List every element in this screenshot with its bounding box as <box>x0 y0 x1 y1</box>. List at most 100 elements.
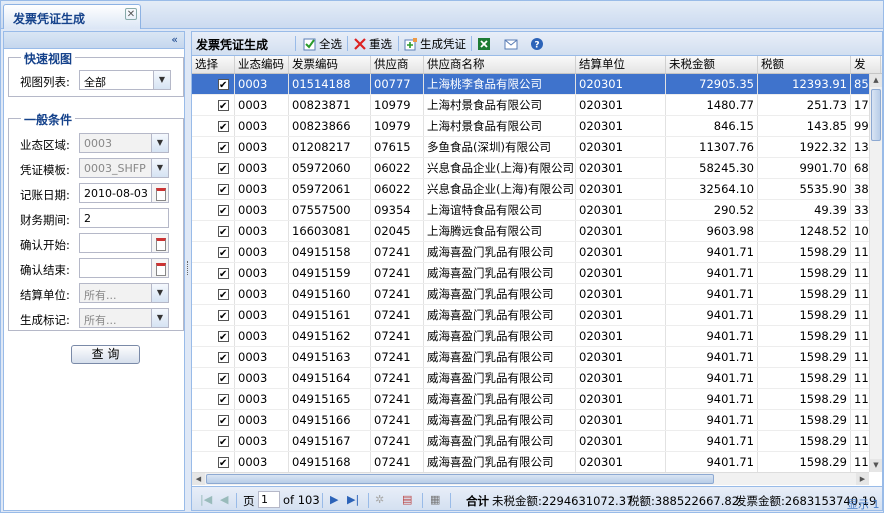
table-row[interactable]: 00030491516007241威海喜盈门乳品有限公司0203019401.7… <box>192 284 869 305</box>
table-row[interactable]: 00030491516707241威海喜盈门乳品有限公司0203019401.7… <box>192 431 869 452</box>
chevron-down-icon[interactable]: ▼ <box>151 284 168 302</box>
table-row[interactable]: 00030082386610979上海村景食品有限公司020301846.151… <box>192 116 869 137</box>
table-row[interactable]: 00030151418800777上海桃李食品有限公司02030172905.3… <box>192 74 869 95</box>
chevron-down-icon[interactable]: ▼ <box>153 71 170 89</box>
row-checkbox[interactable] <box>218 76 229 94</box>
table-row[interactable]: 00030491515907241威海喜盈门乳品有限公司0203019401.7… <box>192 263 869 284</box>
table-cell: 威海喜盈门乳品有限公司 <box>424 389 576 409</box>
table-row[interactable]: 00030755750009354上海谊特食品有限公司020301290.524… <box>192 200 869 221</box>
row-checkbox[interactable] <box>218 412 229 430</box>
scroll-left-icon[interactable]: ◀ <box>192 473 205 485</box>
table-row[interactable]: 00030082387110979上海村景食品有限公司0203011480.77… <box>192 95 869 116</box>
view-list-select[interactable]: 全部 ▼ <box>79 70 171 90</box>
reselect-button[interactable]: 重选 <box>353 35 392 53</box>
row-checkbox[interactable] <box>218 433 229 451</box>
table-row[interactable]: 00030491516807241威海喜盈门乳品有限公司0203019401.7… <box>192 452 869 472</box>
row-checkbox[interactable] <box>218 223 229 241</box>
last-page-icon[interactable]: ▶| <box>347 493 359 506</box>
next-page-icon[interactable]: ▶ <box>330 493 338 506</box>
column-header[interactable]: 业态编码 <box>235 56 289 73</box>
chevron-down-icon[interactable]: ▼ <box>151 134 168 152</box>
email-button[interactable] <box>504 35 520 53</box>
column-header[interactable]: 未税金额 <box>666 56 758 73</box>
prev-page-icon[interactable]: ◀ <box>220 493 228 506</box>
date-field[interactable] <box>79 258 169 278</box>
vertical-scroll-thumb[interactable] <box>871 89 881 141</box>
table-row[interactable]: 00030491516307241威海喜盈门乳品有限公司0203019401.7… <box>192 347 869 368</box>
condition-select[interactable]: 所有... ▼ <box>79 308 169 328</box>
query-button[interactable]: 查 询 <box>71 345 140 364</box>
row-checkbox[interactable] <box>218 97 229 115</box>
select-all-button[interactable]: 全选 <box>303 35 342 53</box>
period-input[interactable]: 2 <box>79 208 169 228</box>
table-row[interactable]: 00030491515807241威海喜盈门乳品有限公司0203019401.7… <box>192 242 869 263</box>
row-checkbox[interactable] <box>218 118 229 136</box>
table-cell: 9401.71 <box>666 305 758 325</box>
horizontal-scrollbar[interactable]: ◀ ▶ <box>192 472 869 485</box>
scroll-up-icon[interactable]: ▲ <box>870 74 882 87</box>
condition-label: 确认结束: <box>20 263 70 277</box>
row-checkbox[interactable] <box>218 181 229 199</box>
tab-invoice-voucher[interactable]: 发票凭证生成 ✕ <box>3 4 141 29</box>
row-checkbox[interactable] <box>218 139 229 157</box>
row-checkbox[interactable] <box>218 202 229 220</box>
date-field[interactable] <box>79 233 169 253</box>
table-row[interactable]: 00030597206106022兴息食品企业(上海)有限公司020301325… <box>192 179 869 200</box>
vertical-scrollbar[interactable]: ▲ ▼ <box>869 74 882 472</box>
row-checkbox[interactable] <box>218 244 229 262</box>
condition-select[interactable]: 所有... ▼ <box>79 283 169 303</box>
calendar-icon[interactable] <box>151 234 168 252</box>
row-checkbox[interactable] <box>218 328 229 346</box>
first-page-icon[interactable]: |◀ <box>200 493 212 506</box>
scroll-right-icon[interactable]: ▶ <box>856 473 869 485</box>
report-icon[interactable]: ▦ <box>430 493 440 506</box>
condition-select[interactable]: 0003 ▼ <box>79 133 169 153</box>
scroll-down-icon[interactable]: ▼ <box>870 459 882 472</box>
table-row[interactable]: 00030491516207241威海喜盈门乳品有限公司0203019401.7… <box>192 326 869 347</box>
row-checkbox[interactable] <box>218 454 229 472</box>
row-checkbox[interactable] <box>218 349 229 367</box>
column-header[interactable]: 结算单位 <box>576 56 666 73</box>
date-field[interactable]: 2010-08-03 <box>79 183 169 203</box>
horizontal-scroll-thumb[interactable] <box>206 474 714 484</box>
print-icon[interactable]: ▤ <box>402 493 412 506</box>
page-number-input[interactable]: 1 <box>258 491 280 508</box>
row-checkbox[interactable] <box>218 370 229 388</box>
table-row[interactable]: 00030491516407241威海喜盈门乳品有限公司0203019401.7… <box>192 368 869 389</box>
refresh-icon[interactable]: ✲ <box>375 493 384 506</box>
table-row[interactable]: 00030491516107241威海喜盈门乳品有限公司0203019401.7… <box>192 305 869 326</box>
column-header[interactable]: 供应商名称 <box>424 56 576 73</box>
table-cell: 11 <box>851 263 869 283</box>
collapse-panel-button[interactable]: « <box>4 32 184 49</box>
table-cell: 020301 <box>576 452 666 472</box>
tab-close-icon[interactable]: ✕ <box>125 8 137 20</box>
calendar-icon[interactable] <box>151 184 168 202</box>
table-row[interactable]: 00030597206006022兴息食品企业(上海)有限公司020301582… <box>192 158 869 179</box>
page-label: 页 <box>243 494 255 508</box>
chevron-down-icon[interactable]: ▼ <box>151 309 168 327</box>
calendar-icon[interactable] <box>151 259 168 277</box>
table-cell: 020301 <box>576 116 666 136</box>
table-cell: 9901.70 <box>758 158 851 178</box>
help-button[interactable]: ? <box>530 35 546 53</box>
column-header[interactable]: 发票编码 <box>289 56 371 73</box>
row-checkbox[interactable] <box>218 307 229 325</box>
row-checkbox[interactable] <box>218 265 229 283</box>
column-header[interactable]: 发 <box>851 56 881 73</box>
row-checkbox[interactable] <box>218 391 229 409</box>
table-row[interactable]: 00031660308102045上海腾远食品有限公司0203019603.98… <box>192 221 869 242</box>
row-checkbox[interactable] <box>218 286 229 304</box>
pager-separator <box>368 493 369 508</box>
table-row[interactable]: 00030491516507241威海喜盈门乳品有限公司0203019401.7… <box>192 389 869 410</box>
conditions-fieldset: 一般条件 业态区域: 0003 ▼ 凭证模板: 0003_SHFP ▼ 记账日期: 2010-… <box>8 111 184 331</box>
column-header[interactable]: 税额 <box>758 56 851 73</box>
table-row[interactable]: 00030120821707615多鱼食品(深圳)有限公司02030111307… <box>192 137 869 158</box>
export-excel-button[interactable] <box>477 35 493 53</box>
column-header[interactable]: 供应商 <box>371 56 424 73</box>
condition-select[interactable]: 0003_SHFP ▼ <box>79 158 169 178</box>
row-checkbox[interactable] <box>218 160 229 178</box>
column-header[interactable]: 选择 <box>192 56 235 73</box>
generate-voucher-button[interactable]: 生成凭证 <box>404 35 466 53</box>
table-row[interactable]: 00030491516607241威海喜盈门乳品有限公司0203019401.7… <box>192 410 869 431</box>
chevron-down-icon[interactable]: ▼ <box>151 159 168 177</box>
